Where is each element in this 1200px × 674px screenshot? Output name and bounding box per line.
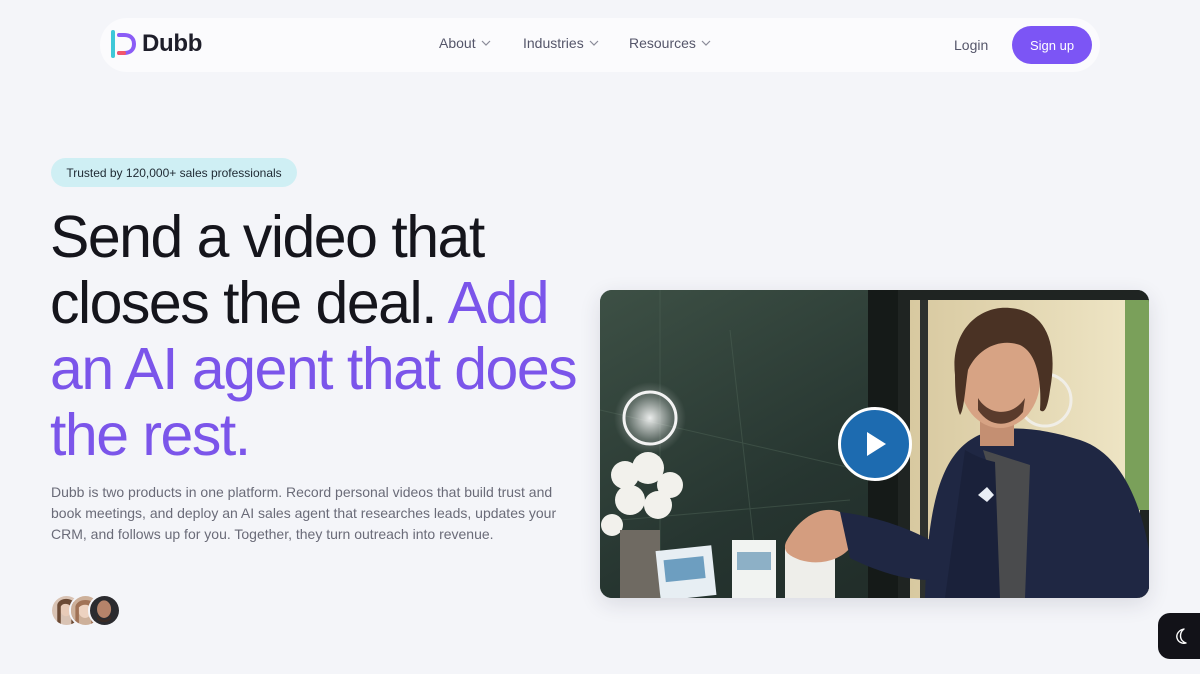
nav-resources-label: Resources: [629, 35, 696, 51]
main-menu: About Industries Resources: [439, 35, 711, 51]
theme-toggle[interactable]: [1158, 613, 1200, 659]
nav-industries[interactable]: Industries: [523, 35, 629, 51]
dubb-logo-icon: [111, 30, 136, 58]
video-play-button[interactable]: [838, 407, 912, 481]
brand-logo-link[interactable]: Dubb: [110, 30, 202, 58]
trust-badge: Trusted by 120,000+ sales professionals: [51, 158, 297, 187]
chevron-down-icon: [481, 40, 491, 46]
moon-icon: [1176, 628, 1187, 644]
customer-avatars: [50, 594, 121, 628]
nav-about[interactable]: About: [439, 35, 523, 51]
login-link[interactable]: Login: [954, 37, 988, 53]
play-icon: [867, 432, 886, 456]
headline-main: Send a video that closes the deal.: [50, 204, 485, 336]
signup-button[interactable]: Sign up: [1012, 26, 1092, 64]
nav-resources[interactable]: Resources: [629, 35, 711, 51]
chevron-down-icon: [589, 40, 599, 46]
hero-headline: Send a video that closes the deal. Add a…: [50, 204, 610, 468]
chevron-down-icon: [701, 40, 711, 46]
hero-description: Dubb is two products in one platform. Re…: [51, 484, 557, 542]
nav-about-label: About: [439, 35, 476, 51]
top-navbar: Dubb About Industries Resources Login Si…: [100, 18, 1100, 72]
hero-video[interactable]: [600, 290, 1149, 598]
brand-name: Dubb: [142, 30, 203, 57]
page: Dubb About Industries Resources Login Si…: [0, 0, 1200, 674]
avatar: [88, 594, 121, 627]
nav-industries-label: Industries: [523, 35, 584, 51]
